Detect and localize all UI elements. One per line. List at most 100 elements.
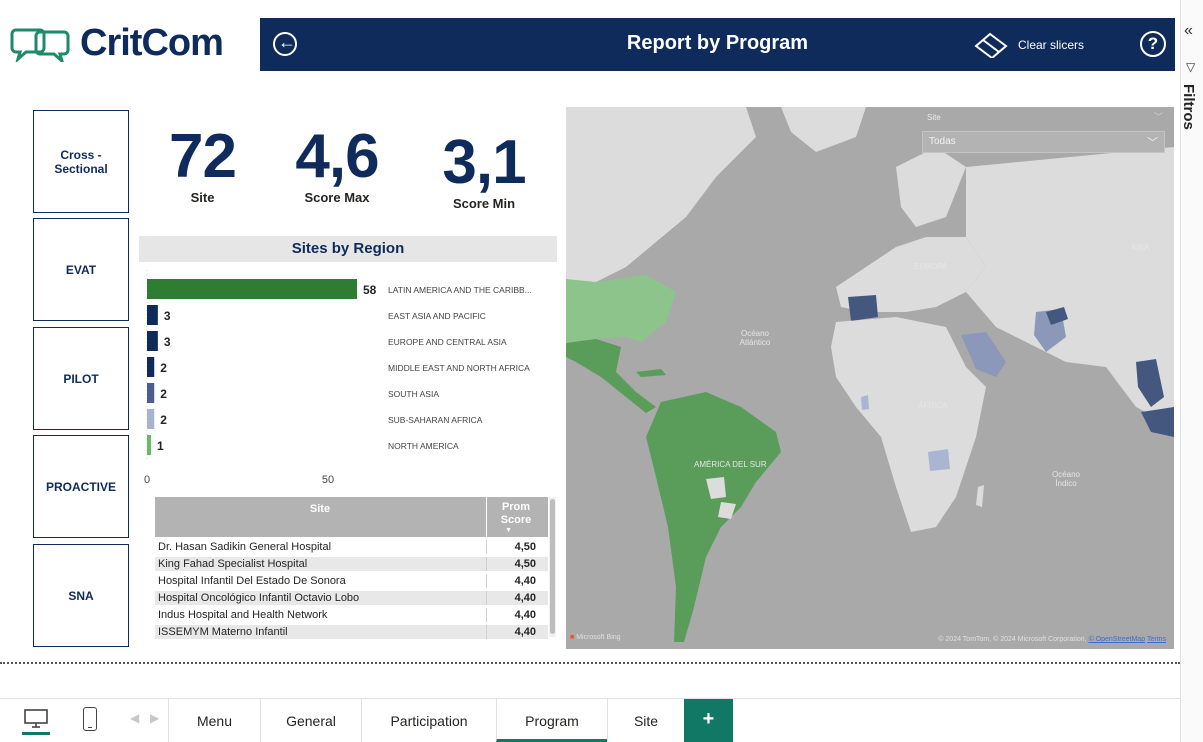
bar[interactable]	[147, 383, 155, 403]
map-label-europa: EUROPA	[914, 262, 948, 271]
bar-value-label: 58	[363, 283, 377, 297]
bar-value-label: 2	[160, 361, 167, 375]
map-region-south-america	[646, 392, 781, 642]
chevron-down-icon: ﹀	[1153, 112, 1163, 122]
tab-participation[interactable]: Participation	[361, 699, 496, 742]
filters-pane[interactable]: « ▽ Filtros	[1180, 0, 1203, 742]
chevron-right-icon[interactable]: ▶	[150, 711, 159, 725]
column-divider	[486, 574, 487, 588]
map-land-paraguay	[718, 502, 736, 519]
map-land-greenland	[781, 107, 866, 152]
kpi-value: 3,1	[442, 128, 526, 197]
table-row[interactable]: Hospital Infantil Del Estado De Sonora 4,…	[155, 574, 548, 588]
add-page-button[interactable]: +	[684, 699, 733, 742]
bar[interactable]	[147, 357, 155, 377]
column-divider	[486, 625, 487, 639]
nav-button-label: PROACTIVE	[45, 479, 116, 494]
table-row[interactable]: Indus Hospital and Health Network 4,40	[155, 608, 548, 622]
map-attribution: © 2024 TomTom, © 2024 Microsoft Corporat…	[938, 636, 1166, 643]
kpi-value: 72	[169, 122, 237, 191]
sites-map[interactable]: EUROPA ASIA ÁFRICA Océano Atlántico Océa…	[566, 107, 1174, 649]
bar[interactable]	[147, 279, 357, 299]
kpi-score-max: 4,6 Score Max	[278, 126, 396, 206]
kpi-score-min: 3,1 Score Min	[424, 128, 544, 212]
eraser-icon	[974, 32, 1008, 58]
desktop-view-icon[interactable]	[22, 707, 50, 735]
map-region-north-america	[566, 275, 676, 343]
attribution-text: © 2024 TomTom, © 2024 Microsoft Corporat…	[938, 636, 1087, 643]
nav-button-proactive[interactable]: PROACTIVE	[33, 435, 129, 538]
site-score-table[interactable]: Site Prom Score ▼ Dr. Hasan Sadikin Gene…	[155, 497, 556, 650]
column-header-site[interactable]: Site	[155, 503, 485, 515]
bar-category-label: EUROPE AND CENTRAL ASIA	[388, 337, 507, 347]
site-dropdown[interactable]: Todas ﹀	[922, 131, 1165, 153]
map-label-asia: ASIA	[1131, 243, 1150, 252]
terms-link[interactable]: Terms	[1147, 636, 1166, 643]
map-region-caribbean	[636, 369, 666, 377]
sites-by-region-title: Sites by Region	[139, 236, 557, 262]
table-row[interactable]: ISSEMYM Materno Infantil 4,40	[155, 625, 548, 639]
table-row[interactable]: King Fahad Specialist Hospital 4,50	[155, 557, 548, 571]
site-name-cell: Indus Hospital and Health Network	[158, 609, 328, 621]
table-scrollbar[interactable]	[549, 497, 556, 637]
bar-category-label: SUB-SAHARAN AFRICA	[388, 415, 483, 425]
speech-bubbles-icon	[10, 28, 70, 62]
chevron-left-icon[interactable]: ◀	[130, 711, 139, 725]
site-name-cell: Dr. Hasan Sadikin General Hospital	[158, 541, 332, 553]
table-row[interactable]: Hospital Oncológico Infantil Octavio Lob…	[155, 591, 548, 605]
scrollbar-thumb[interactable]	[550, 499, 555, 634]
map-land-north-america	[566, 107, 756, 287]
column-header-prom-score[interactable]: Prom Score	[487, 501, 545, 527]
map-region-sub-saharan-africa	[928, 449, 950, 471]
tab-menu[interactable]: Menu	[168, 699, 260, 742]
clear-slicers-label: Clear slicers	[1018, 38, 1085, 52]
kpi-label: Score Max	[304, 190, 370, 205]
slicer-title: Site	[927, 113, 941, 122]
nav-button-evat[interactable]: EVAT	[33, 218, 129, 321]
tab-general[interactable]: General	[260, 699, 361, 742]
table-row[interactable]: Dr. Hasan Sadikin General Hospital 4,50	[155, 540, 548, 554]
bar-value-label: 2	[160, 413, 167, 427]
bar-value-label: 3	[164, 309, 171, 323]
x-tick-label: 0	[144, 474, 150, 486]
site-name-cell: ISSEMYM Materno Infantil	[158, 626, 288, 638]
bar-category-label: LATIN AMERICA AND THE CARIBB...	[388, 285, 532, 295]
sites-by-region-chart[interactable]: 58 LATIN AMERICA AND THE CARIBB... 3 EAST A…	[139, 266, 557, 491]
clear-slicers-button[interactable]: Clear slicers	[972, 26, 1102, 64]
bar[interactable]	[147, 409, 155, 429]
mobile-view-icon[interactable]	[83, 707, 97, 731]
map-region-indonesia	[1141, 407, 1174, 437]
site-slicer[interactable]: Site ﹀ Todas ﹀	[919, 109, 1165, 153]
map-land-madagascar	[976, 485, 984, 507]
help-button[interactable]: ?	[1140, 31, 1166, 57]
column-divider	[486, 591, 487, 605]
site-name-cell: Hospital Infantil Del Estado De Sonora	[158, 575, 346, 587]
x-tick-label: 50	[322, 474, 334, 486]
score-cell: 4,40	[514, 626, 536, 638]
page-tab-bar: ◀ ▶ Menu General Participation Program S…	[0, 698, 1180, 742]
bar-value-label: 2	[160, 387, 167, 401]
score-cell: 4,40	[514, 575, 536, 587]
nav-button-pilot[interactable]: PILOT	[33, 327, 129, 430]
bar[interactable]	[147, 305, 158, 325]
openstreetmap-link[interactable]: © OpenStreetMap	[1089, 636, 1146, 643]
nav-button-sna[interactable]: SNA	[33, 544, 129, 647]
tab-site[interactable]: Site	[607, 699, 684, 742]
bar-category-label: NORTH AMERICA	[388, 441, 459, 451]
table-header: Site Prom Score ▼	[155, 497, 548, 537]
filters-pane-label: Filtros	[1180, 84, 1197, 130]
site-dropdown-value: Todas	[929, 136, 956, 147]
bar[interactable]	[147, 435, 151, 455]
column-divider	[486, 540, 487, 554]
bar[interactable]	[147, 331, 158, 351]
bing-logo: ■ Microsoft Bing	[570, 634, 621, 641]
header-banner: ← Report by Program Clear slicers ?	[260, 18, 1175, 71]
nav-button-label: EVAT	[65, 262, 97, 277]
kpi-label: Score Min	[452, 196, 516, 211]
map-land-scandinavia	[896, 147, 966, 227]
nav-button-label: PILOT	[63, 371, 99, 386]
nav-button-cross-sectional[interactable]: Cross - Sectional	[33, 110, 129, 213]
world-map	[566, 107, 1174, 642]
tab-program[interactable]: Program	[496, 699, 607, 742]
double-chevron-left-icon[interactable]: «	[1184, 22, 1193, 40]
